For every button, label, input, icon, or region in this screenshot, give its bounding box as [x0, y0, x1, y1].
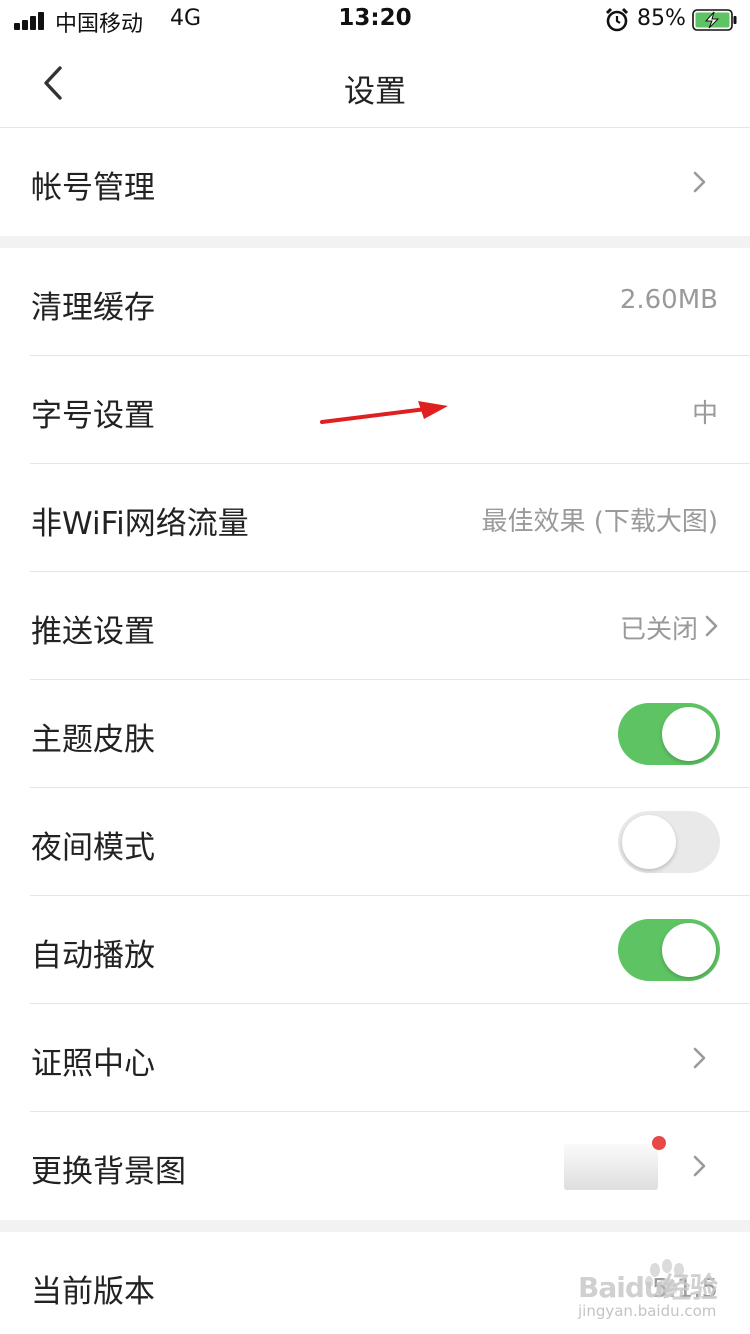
watermark-url: jingyan.baidu.com: [578, 1302, 717, 1320]
clear-cache-label: 清理缓存: [31, 290, 155, 326]
alarm-icon: [605, 7, 629, 32]
chevron-right-icon: [693, 1155, 706, 1177]
toggle-knob: [622, 815, 676, 869]
battery-charging-icon: [692, 9, 737, 31]
change-background-row[interactable]: 更换背景图: [0, 1112, 750, 1220]
theme-skin-toggle[interactable]: [618, 703, 720, 765]
license-center-label: 证照中心: [31, 1046, 155, 1082]
change-background-label: 更换背景图: [31, 1154, 186, 1190]
theme-skin-label: 主题皮肤: [31, 722, 155, 758]
chevron-right-icon: [693, 1047, 706, 1069]
chevron-right-icon: [693, 171, 706, 193]
watermark-brand: Baidu经验: [578, 1271, 718, 1304]
push-settings-value: 已关闭: [619, 615, 698, 645]
current-version-label: 当前版本: [31, 1274, 155, 1310]
background-thumbnail: [564, 1144, 658, 1190]
battery-percent: 85%: [637, 6, 686, 31]
theme-skin-row: 主题皮肤: [0, 680, 750, 788]
section-gap: [0, 1220, 750, 1232]
notification-dot: [652, 1136, 666, 1150]
non-wifi-traffic-label: 非WiFi网络流量: [31, 506, 249, 542]
toggle-knob: [662, 707, 716, 761]
night-mode-label: 夜间模式: [31, 830, 155, 866]
license-center-row[interactable]: 证照中心: [0, 1004, 750, 1112]
navigation-bar: 设置: [0, 40, 750, 128]
section-gap: [0, 236, 750, 248]
cache-size-value: 2.60MB: [619, 285, 718, 315]
font-size-value: 中: [691, 399, 718, 429]
push-settings-label: 推送设置: [31, 614, 155, 650]
font-size-label: 字号设置: [31, 398, 155, 434]
toggle-knob: [662, 923, 716, 977]
autoplay-row: 自动播放: [0, 896, 750, 1004]
page-title: 设置: [344, 74, 406, 110]
account-management-row[interactable]: 帐号管理: [0, 128, 750, 236]
account-management-label: 帐号管理: [31, 170, 155, 206]
non-wifi-traffic-row[interactable]: 非WiFi网络流量 最佳效果 (下载大图): [0, 464, 750, 572]
autoplay-toggle[interactable]: [618, 919, 720, 981]
status-bar: 中国移动 4G 13:20 85%: [0, 0, 750, 40]
night-mode-toggle[interactable]: [618, 811, 720, 873]
chevron-right-icon: [705, 615, 718, 637]
clear-cache-row[interactable]: 清理缓存 2.60MB: [0, 248, 750, 356]
red-arrow-annotation-icon: [320, 401, 448, 424]
night-mode-row: 夜间模式: [0, 788, 750, 896]
push-settings-row[interactable]: 推送设置 已关闭: [0, 572, 750, 680]
non-wifi-traffic-value: 最佳效果 (下载大图): [481, 507, 718, 537]
autoplay-label: 自动播放: [31, 938, 155, 974]
